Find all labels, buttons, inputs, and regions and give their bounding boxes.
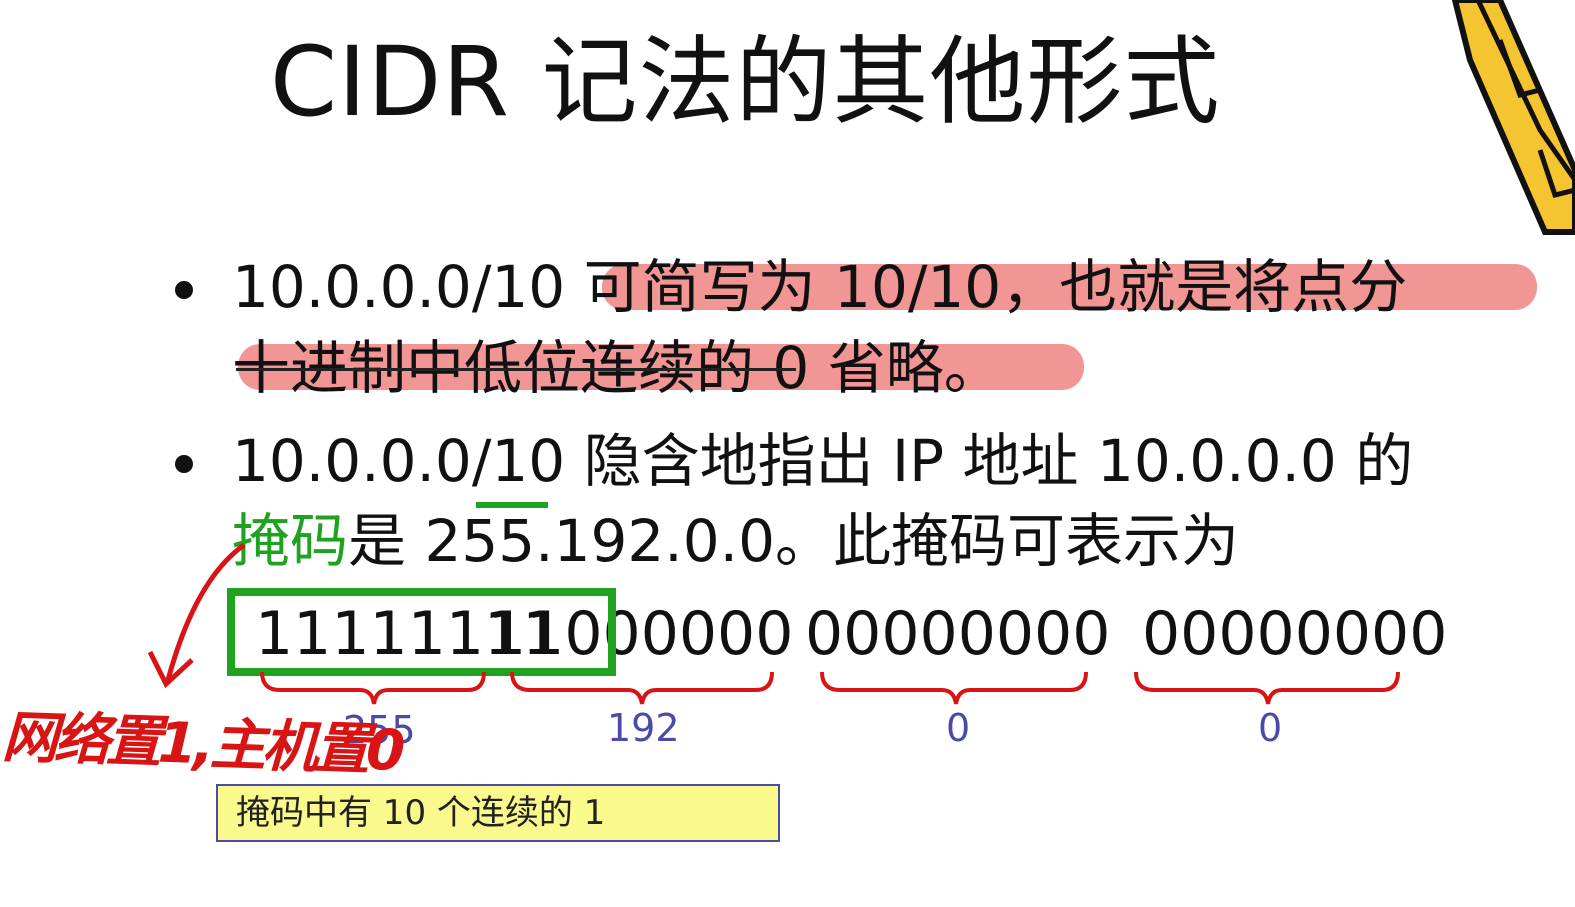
green-box <box>227 588 616 676</box>
slide: CIDR 记法的其他形式 10.0.0.0/10 可简写为 10/10，也就是将… <box>0 0 1575 907</box>
brace-octet-1 <box>260 671 486 705</box>
brace-octet-4 <box>1134 671 1400 705</box>
handwritten-note: 网络置1,主机置0 <box>1 705 403 784</box>
brace-octet-3 <box>820 671 1088 705</box>
brace-octet-2 <box>510 671 774 705</box>
mask-note-box: 掩码中有 10 个连续的 1 <box>216 784 780 842</box>
